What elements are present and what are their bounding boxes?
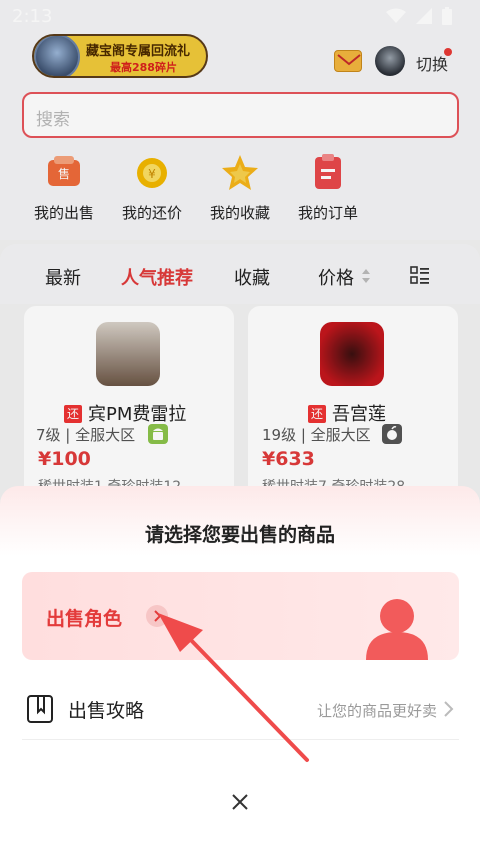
sell-bottom-sheet: 请选择您要出售的商品 出售角色 出售攻略 让您的商品更好卖	[0, 486, 480, 853]
guide-book-icon	[27, 695, 53, 723]
sell-guide-hint: 让您的商品更好卖	[316, 702, 437, 720]
sell-role-option[interactable]: 出售角色	[22, 572, 459, 660]
app-screen: 2:13 藏宝阁专属回流礼 最高288碎片 切换 搜索 售 我的出售 ¥ 我的还…	[0, 0, 480, 853]
sell-guide-label: 出售攻略	[68, 700, 145, 722]
sell-role-label: 出售角色	[46, 608, 123, 630]
sheet-title: 请选择您要出售的商品	[144, 524, 335, 546]
chevron-right-icon	[146, 605, 168, 627]
sell-guide-option[interactable]: 出售攻略 让您的商品更好卖	[22, 680, 459, 740]
chevron-right-icon	[444, 701, 454, 717]
person-icon	[366, 599, 428, 660]
close-icon[interactable]	[226, 788, 254, 816]
